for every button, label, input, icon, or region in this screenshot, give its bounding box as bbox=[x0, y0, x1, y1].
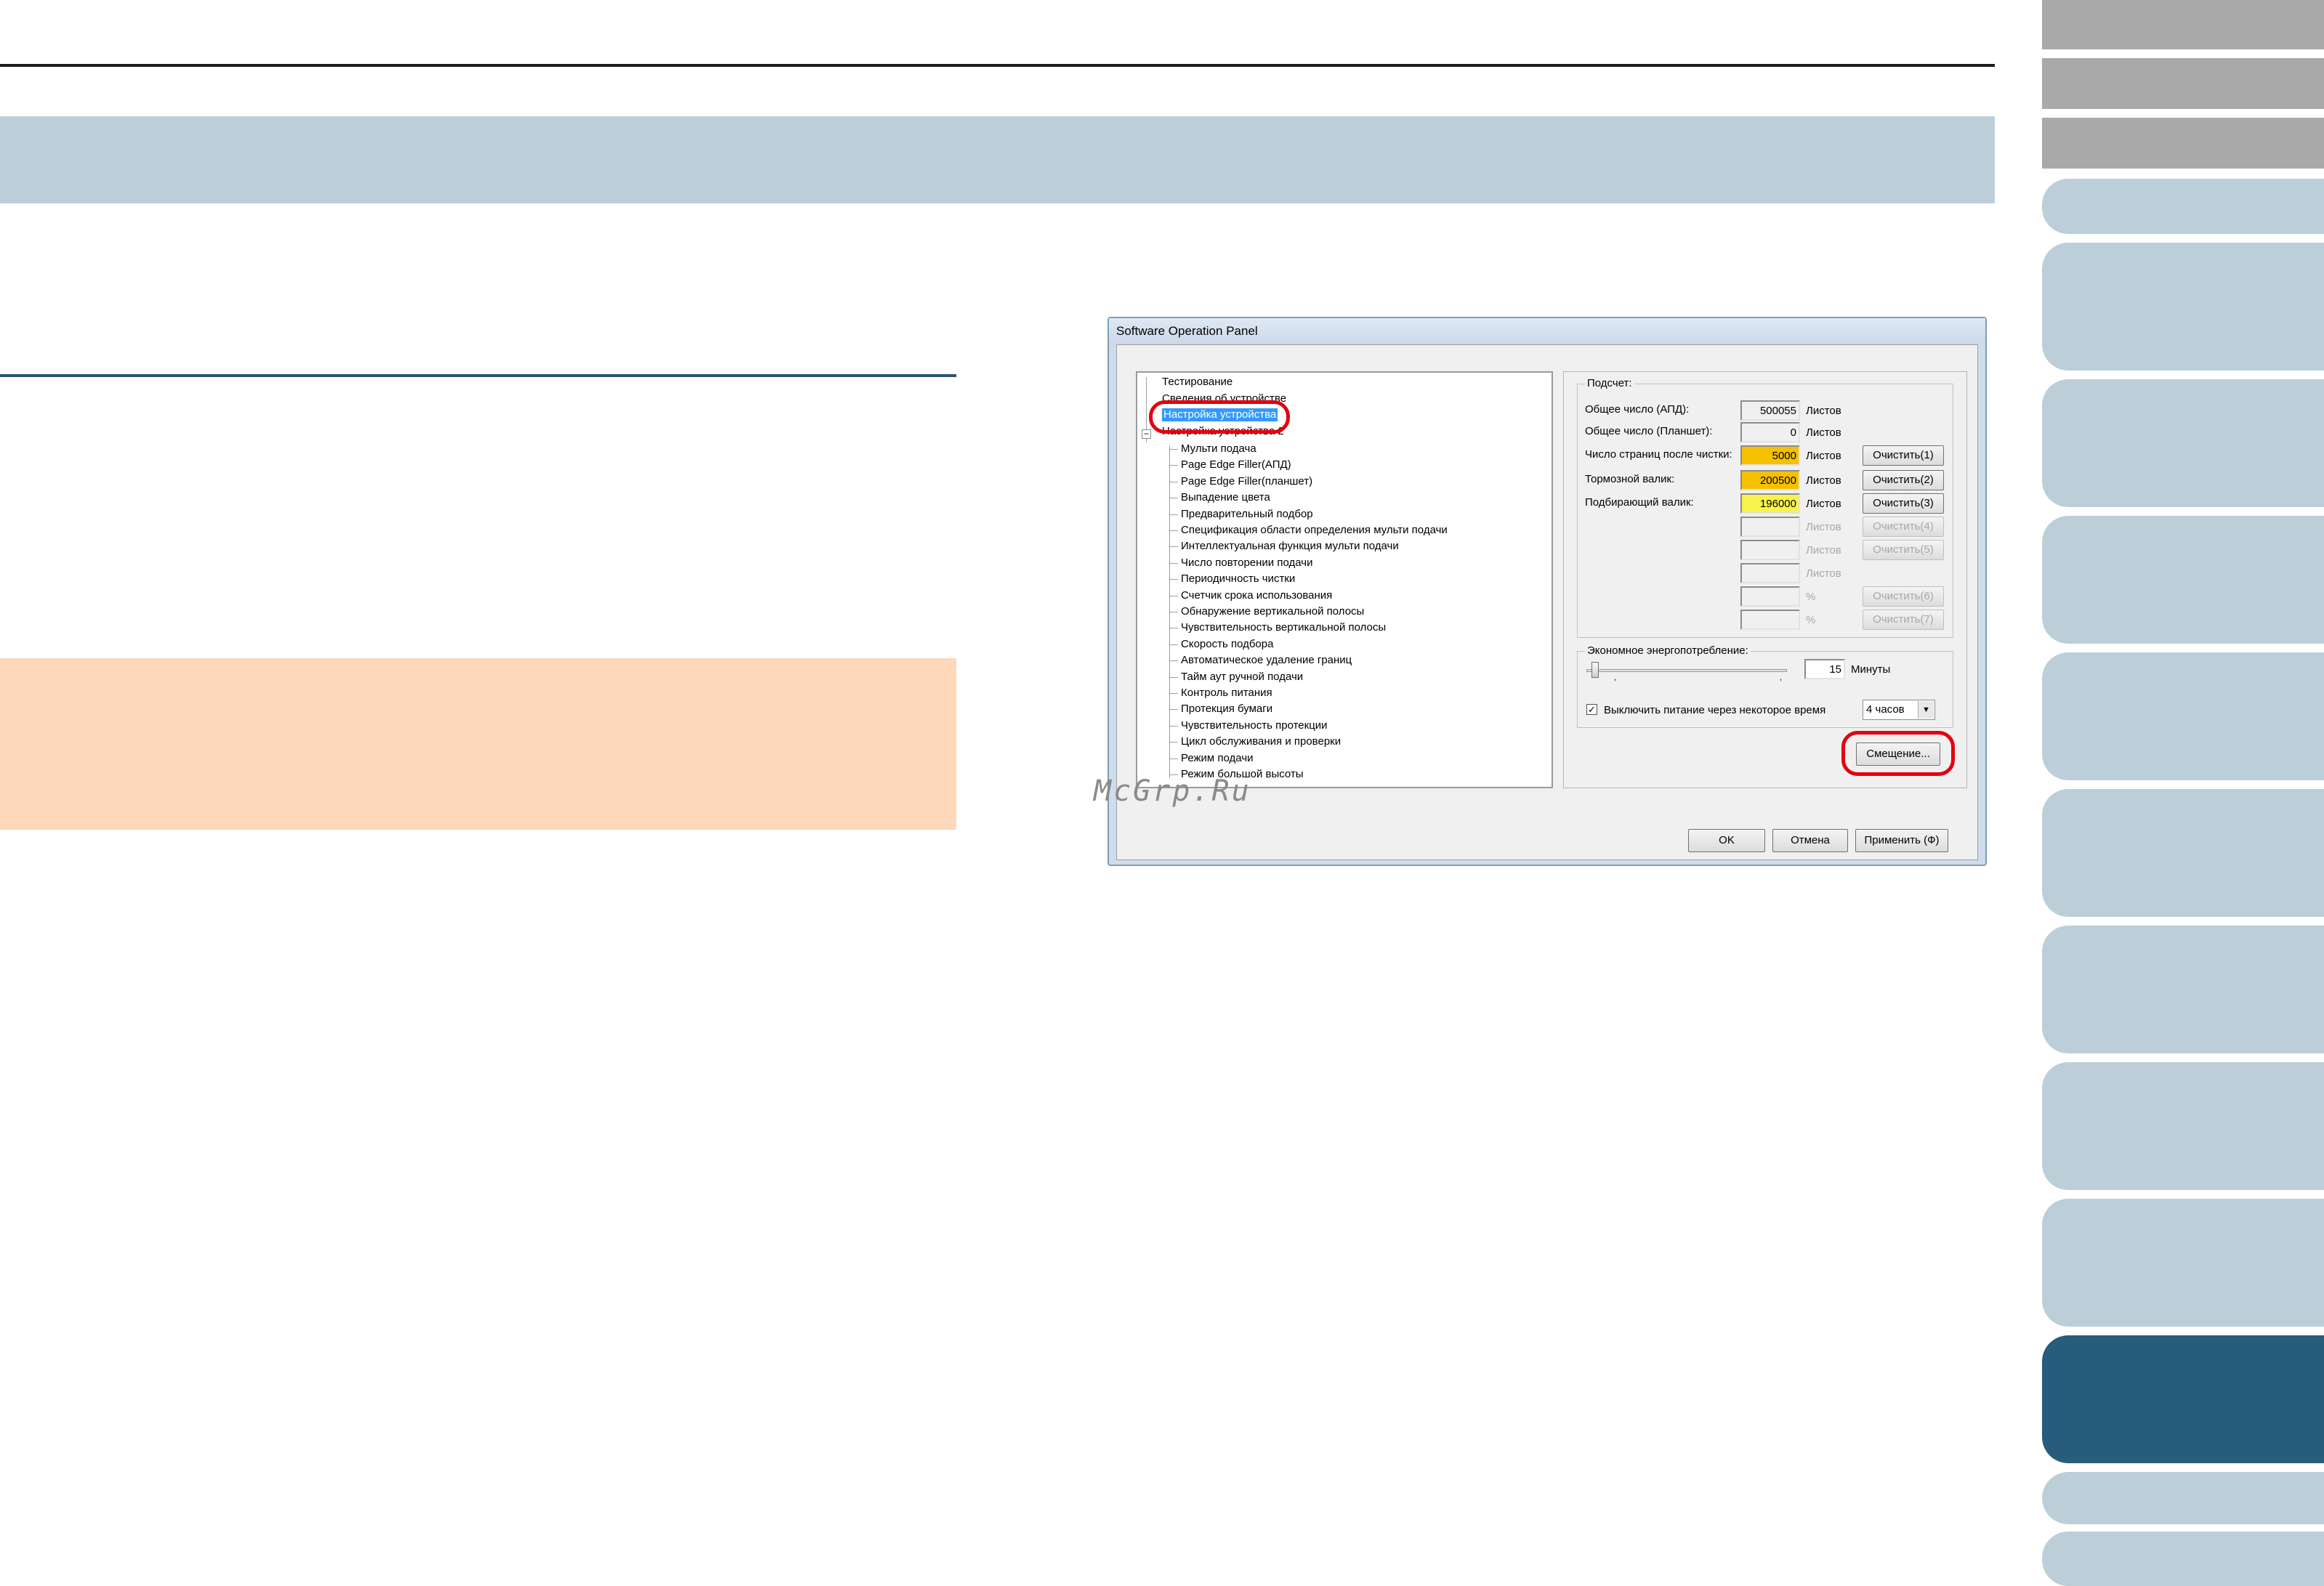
dialog-title: Software Operation Panel bbox=[1116, 324, 1258, 338]
counter-unit: Листов bbox=[1806, 426, 1841, 439]
header-band bbox=[0, 116, 1995, 203]
tree-child-item[interactable]: Спецификация области определения мульти … bbox=[1181, 524, 1448, 537]
counter-value-field: 200500 bbox=[1740, 470, 1800, 490]
counter-clear-button[interactable]: Очистить(3) bbox=[1863, 493, 1944, 514]
counter-label: Общее число (Планшет): bbox=[1585, 425, 1713, 437]
nav-tab-11[interactable] bbox=[2042, 1062, 2324, 1190]
auto-off-label: Выключить питание через некоторое время bbox=[1604, 704, 1826, 716]
counter-clear-button[interactable]: Очистить(4) bbox=[1863, 517, 1944, 537]
counter-unit: Листов bbox=[1806, 567, 1841, 580]
counter-value-field: 500055 bbox=[1740, 400, 1800, 421]
tree-child-item[interactable]: Счетчик срока использования bbox=[1181, 589, 1332, 602]
nav-tab-13[interactable] bbox=[2042, 1472, 2324, 1524]
counter-unit: Листов bbox=[1806, 450, 1841, 462]
counter-unit: Листов bbox=[1806, 405, 1841, 417]
counter-value-field bbox=[1740, 517, 1800, 537]
nav-tab-4[interactable] bbox=[2042, 179, 2324, 234]
counter-label: Общее число (АПД): bbox=[1585, 403, 1690, 416]
tree-child-item[interactable]: Периодичность чистки bbox=[1181, 573, 1295, 586]
apply-button[interactable]: Применить (Ф) bbox=[1855, 829, 1948, 852]
nav-tab-8[interactable] bbox=[2042, 652, 2324, 780]
section-rule bbox=[0, 374, 956, 377]
chevron-down-icon[interactable]: ▼ bbox=[1918, 701, 1934, 719]
counter-value-field bbox=[1740, 540, 1800, 560]
cancel-button[interactable]: Отмена bbox=[1772, 829, 1848, 852]
counter-clear-button[interactable]: Очистить(2) bbox=[1863, 470, 1944, 490]
tree-child-item[interactable]: Автоматическое удаление границ bbox=[1181, 654, 1352, 667]
tree-child-item[interactable]: Тайм аут ручной подачи bbox=[1181, 671, 1303, 684]
nav-tab-2[interactable] bbox=[2042, 58, 2324, 109]
counter-group: Подсчет: Общее число (АПД): 500055 Листов О… bbox=[1577, 377, 1953, 638]
counter-value-field: 196000 bbox=[1740, 493, 1800, 514]
tree-child-item[interactable]: Интеллектуальная функция мульти подачи bbox=[1181, 540, 1399, 553]
counter-unit: Листов bbox=[1806, 498, 1841, 510]
nav-tab-10[interactable] bbox=[2042, 926, 2324, 1053]
power-group-title: Экономное энергопотребление: bbox=[1585, 644, 1751, 657]
counter-value-field: 0 bbox=[1740, 422, 1800, 442]
counter-label: Тормозной валик: bbox=[1585, 473, 1675, 485]
counter-group-title: Подсчет: bbox=[1585, 377, 1634, 389]
dialog-title-bar: Software Operation Panel bbox=[1109, 318, 1985, 344]
tree-child-item[interactable]: Контроль питания bbox=[1181, 687, 1272, 700]
power-slider-track[interactable] bbox=[1586, 669, 1787, 672]
nav-tab-7[interactable] bbox=[2042, 516, 2324, 644]
nav-tab-3[interactable] bbox=[2042, 118, 2324, 169]
tree-child-item[interactable]: Выпадение цвета bbox=[1181, 491, 1270, 504]
tree-child-item[interactable]: Чувствительность вертикальной полосы bbox=[1181, 621, 1386, 634]
settings-panel: Подсчет: Общее число (АПД): 500055 Листов О… bbox=[1563, 371, 1967, 788]
tree-child-item[interactable]: Режим подачи bbox=[1181, 752, 1254, 765]
tree-child-item[interactable]: Page Edge Filler(АПД) bbox=[1181, 458, 1291, 472]
power-group: Экономное энергопотребление: , , 15 Мину… bbox=[1577, 644, 1953, 728]
counter-clear-button[interactable]: Очистить(5) bbox=[1863, 540, 1944, 560]
auto-off-select[interactable]: 4 часов ▼ bbox=[1863, 700, 1935, 720]
settings-tree: Тестирование Сведения об устройстве Наст… bbox=[1136, 371, 1553, 788]
watermark: McGrp.Ru bbox=[1094, 774, 1251, 808]
counter-label: Число страниц после чистки: bbox=[1585, 448, 1732, 461]
nav-tab-1[interactable] bbox=[2042, 0, 2324, 49]
auto-off-checkbox[interactable]: ✓ bbox=[1586, 704, 1597, 715]
tree-child-item[interactable]: Обнаружение вертикальной полосы bbox=[1181, 605, 1364, 618]
tree-child-item[interactable]: Цикл обслуживания и проверки bbox=[1181, 735, 1341, 748]
nav-tab-5[interactable] bbox=[2042, 243, 2324, 371]
counter-unit: Листов bbox=[1806, 521, 1841, 533]
tree-collapse-icon[interactable]: − bbox=[1142, 429, 1151, 439]
nav-tab-9[interactable] bbox=[2042, 789, 2324, 917]
highlight-ring-device-settings bbox=[1149, 400, 1290, 434]
tree-child-item[interactable]: Предварительный подбор bbox=[1181, 508, 1313, 521]
nav-tab-14[interactable] bbox=[2042, 1532, 2324, 1586]
tree-item-testing[interactable]: Тестирование bbox=[1162, 376, 1232, 389]
note-box bbox=[0, 658, 956, 830]
counter-clear-button[interactable]: Очистить(1) bbox=[1863, 445, 1944, 466]
auto-off-select-value: 4 часов bbox=[1866, 703, 1905, 716]
counter-value-field bbox=[1740, 563, 1800, 583]
power-slider-thumb[interactable] bbox=[1591, 662, 1599, 678]
nav-tab-active[interactable] bbox=[2042, 1335, 2324, 1463]
counter-unit: % bbox=[1806, 614, 1816, 626]
counter-unit: Листов bbox=[1806, 544, 1841, 557]
ok-button[interactable]: OK bbox=[1688, 829, 1765, 852]
power-unit-label: Минуты bbox=[1851, 663, 1891, 676]
counter-value-field bbox=[1740, 610, 1800, 630]
tree-child-item[interactable]: Число повторении подачи bbox=[1181, 557, 1312, 570]
counter-clear-button[interactable]: Очистить(6) bbox=[1863, 586, 1944, 607]
tree-child-item[interactable]: Page Edge Filler(планшет) bbox=[1181, 475, 1312, 488]
nav-tab-12[interactable] bbox=[2042, 1199, 2324, 1327]
tree-child-item[interactable]: Чувствительность протекции bbox=[1181, 719, 1328, 732]
counter-clear-button[interactable]: Очистить(7) bbox=[1863, 610, 1944, 630]
power-minutes-field[interactable]: 15 bbox=[1804, 659, 1845, 679]
tree-child-item[interactable]: Мульти подача bbox=[1181, 442, 1256, 456]
counter-label: Подбирающий валик: bbox=[1585, 496, 1694, 509]
counter-unit: Листов bbox=[1806, 474, 1841, 487]
nav-tab-6[interactable] bbox=[2042, 379, 2324, 507]
top-rule bbox=[0, 64, 1995, 67]
counter-value-field: 5000 bbox=[1740, 445, 1800, 466]
tree-child-item[interactable]: Скорость подбора bbox=[1181, 638, 1273, 651]
highlight-ring-offset-button bbox=[1841, 731, 1955, 776]
tree-child-item[interactable]: Протекция бумаги bbox=[1181, 703, 1272, 716]
counter-unit: % bbox=[1806, 591, 1816, 603]
counter-value-field bbox=[1740, 586, 1800, 607]
